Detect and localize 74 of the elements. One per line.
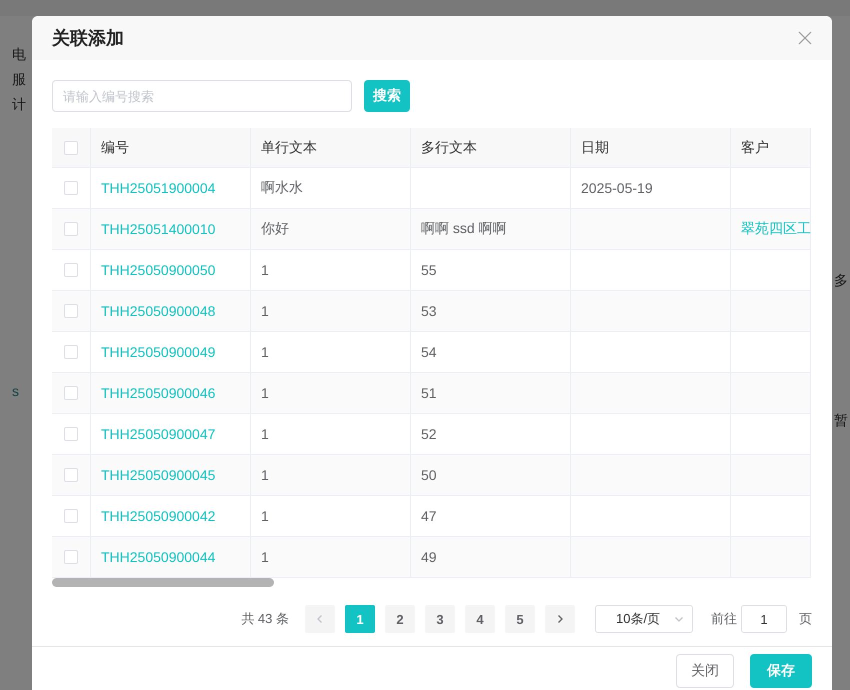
form-label: 电 [12, 46, 26, 62]
table-link-cell[interactable]: THH25050900048 [91, 291, 251, 332]
background-label: 暂 [834, 412, 848, 428]
table-link-cell[interactable]: 翠苑四区工 [731, 209, 811, 250]
table-cell: 49 [411, 537, 571, 578]
table-cell: 1 [251, 250, 411, 291]
table-cell: 1 [251, 414, 411, 455]
chevron-left-icon [315, 614, 325, 624]
table-cell: 55 [411, 250, 571, 291]
checkbox[interactable] [64, 386, 78, 400]
checkbox[interactable] [64, 181, 78, 195]
table-cell: 47 [411, 496, 571, 537]
close-button[interactable]: 关闭 [676, 654, 734, 688]
table-cell: 1 [251, 291, 411, 332]
total-count: 共 43 条 [241, 610, 289, 628]
form-label: 服 [12, 71, 26, 87]
table-cell: 1 [251, 332, 411, 373]
page-size-select[interactable]: 10条/页 [595, 605, 693, 633]
search-button[interactable]: 搜索 [364, 80, 410, 112]
table-cell: 2025-05-19 [571, 168, 731, 209]
checkbox[interactable] [64, 345, 78, 359]
save-button[interactable]: 保存 [750, 654, 812, 688]
table-link-cell[interactable]: THH25050900049 [91, 332, 251, 373]
table-link-cell[interactable]: THH25051900004 [91, 168, 251, 209]
next-page-button[interactable] [545, 605, 575, 633]
table-cell: 啊啊 ssd 啊啊 [411, 209, 571, 250]
table-link-cell[interactable]: THH25050900044 [91, 537, 251, 578]
table-cell: 1 [251, 455, 411, 496]
table-link-cell[interactable]: THH25050900047 [91, 414, 251, 455]
search-field[interactable]: 请输入编号搜索 [52, 80, 352, 112]
goto-page-field[interactable]: 1 [741, 605, 787, 633]
form-label: s [12, 383, 20, 399]
table-cell: 你好 [251, 209, 411, 250]
checkbox[interactable] [64, 222, 78, 236]
page-button[interactable]: 4 [465, 605, 495, 633]
chevron-right-icon [555, 614, 565, 624]
page-suffix-label: 页 [799, 610, 812, 628]
table-link-cell[interactable]: THH25051400010 [91, 209, 251, 250]
column-header: 日期 [571, 128, 731, 168]
table-cell: 1 [251, 496, 411, 537]
table-cell: 51 [411, 373, 571, 414]
checkbox[interactable] [64, 550, 78, 564]
close-icon[interactable] [798, 31, 812, 45]
checkbox[interactable] [64, 263, 78, 277]
table-cell: 1 [251, 373, 411, 414]
page-button[interactable]: 1 [345, 605, 375, 633]
table-link-cell[interactable]: THH25050900050 [91, 250, 251, 291]
column-header: 客户 [731, 128, 811, 168]
goto-label: 前往 [711, 610, 737, 628]
table-cell: 50 [411, 455, 571, 496]
table-link-cell[interactable]: THH25050900045 [91, 455, 251, 496]
table-link-cell[interactable]: THH25050900046 [91, 373, 251, 414]
table-cell: 52 [411, 414, 571, 455]
table-cell: 1 [251, 537, 411, 578]
form-label: 计 [12, 96, 26, 112]
scrollbar-thumb[interactable] [52, 578, 274, 587]
page-button[interactable]: 3 [425, 605, 455, 633]
checkbox[interactable] [64, 509, 78, 523]
column-header: 编号 [91, 128, 251, 168]
column-header: 单行文本 [251, 128, 411, 168]
checkbox[interactable] [64, 140, 78, 154]
page-button[interactable]: 5 [505, 605, 535, 633]
table-cell: 53 [411, 291, 571, 332]
background-label: 多 [834, 272, 848, 288]
column-header: 多行文本 [411, 128, 571, 168]
page-button[interactable]: 2 [385, 605, 415, 633]
checkbox[interactable] [64, 304, 78, 318]
checkbox[interactable] [64, 468, 78, 482]
dialog-title: 关联添加 [52, 27, 124, 50]
table-link-cell[interactable]: THH25050900042 [91, 496, 251, 537]
checkbox[interactable] [64, 427, 78, 441]
table-cell: 54 [411, 332, 571, 373]
chevron-down-icon [674, 614, 684, 624]
table-cell: 啊水水 [251, 168, 411, 209]
